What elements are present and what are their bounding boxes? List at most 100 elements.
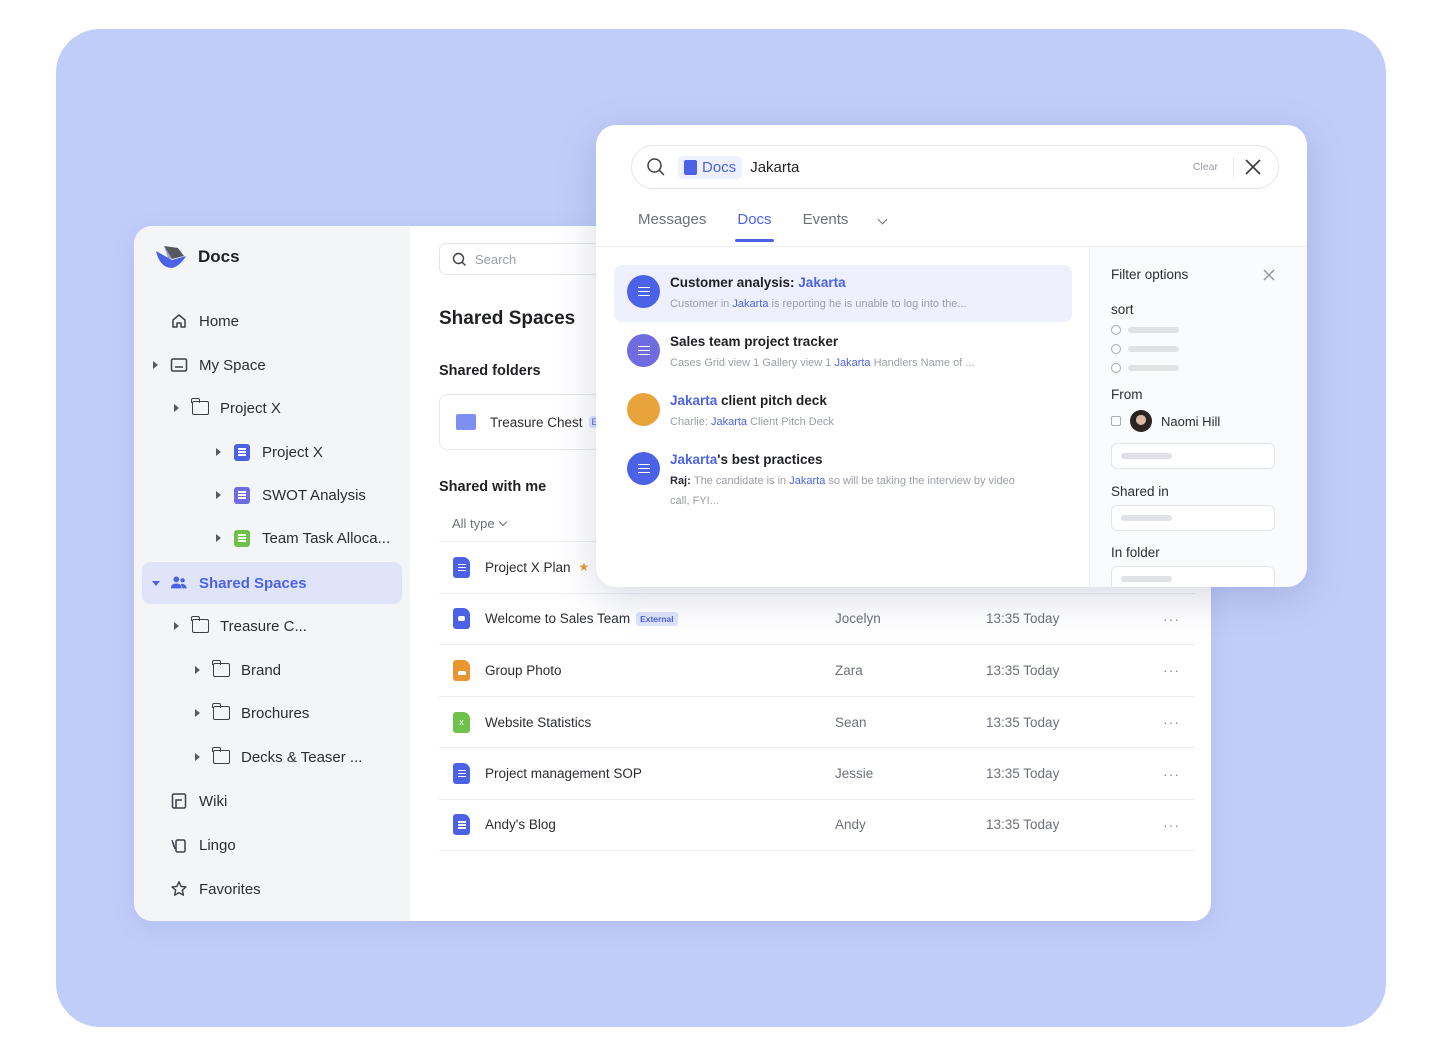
file-owner: Sean — [835, 714, 867, 730]
expand-caret-icon[interactable] — [174, 622, 179, 630]
file-owner: Andy — [835, 817, 866, 833]
type-filter-dropdown[interactable]: All type — [452, 516, 507, 531]
sidebar-item-project-x-folder[interactable]: Project X — [174, 393, 281, 423]
sidebar-item-treasure-chest[interactable]: Treasure C... — [174, 611, 307, 641]
sidebar-item-label: Project X — [262, 443, 323, 461]
more-options-button[interactable]: ··· — [1163, 714, 1180, 730]
expand-caret-icon[interactable] — [174, 404, 179, 412]
sidebar-item-swot-analysis[interactable]: SWOT Analysis — [216, 480, 366, 510]
expand-caret-icon[interactable] — [195, 709, 200, 717]
sidebar-item-project-x-doc[interactable]: Project X — [216, 437, 323, 467]
sidebar-item-home[interactable]: Home — [170, 306, 239, 336]
search-scope-chip[interactable]: Docs — [678, 155, 743, 179]
search-result-item[interactable]: Jakarta client pitch deck Charlie: Jakar… — [614, 383, 1072, 440]
title-text: Customer analysis: — [670, 275, 799, 290]
file-owner: Jocelyn — [835, 611, 881, 627]
folder-icon — [211, 747, 230, 766]
snippet-text: Customer in — [670, 298, 733, 310]
file-time: 13:35 Today — [986, 611, 1060, 627]
doc-icon — [233, 443, 251, 461]
sort-option[interactable] — [1111, 344, 1179, 354]
folder-icon — [190, 616, 209, 635]
sidebar-item-label: Shared Spaces — [199, 574, 307, 592]
file-time: 13:35 Today — [986, 766, 1060, 782]
search-tabs: Messages Docs Events — [638, 211, 888, 242]
slides-result-icon — [627, 393, 660, 426]
file-name: Project X Plan — [485, 559, 571, 575]
more-options-button[interactable]: ··· — [1163, 611, 1180, 627]
placeholder-bar — [1128, 346, 1179, 352]
divider — [1233, 157, 1234, 177]
close-icon[interactable] — [1242, 156, 1264, 178]
table-row[interactable]: Group Photo Zara 13:35 Today ··· — [439, 644, 1195, 696]
checkbox[interactable] — [1111, 416, 1121, 426]
sidebar-item-brand[interactable]: Brand — [195, 655, 281, 685]
table-row[interactable]: Andy's Blog Andy 13:35 Today ··· — [439, 798, 1195, 851]
docs-scope-icon — [684, 159, 697, 175]
table-row[interactable]: Project management SOP Jessie 13:35 Toda… — [439, 747, 1195, 799]
file-owner: Zara — [835, 662, 863, 678]
doc-result-icon — [627, 275, 660, 308]
sidebar-item-label: Home — [199, 312, 240, 330]
more-options-button[interactable]: ··· — [1163, 662, 1180, 678]
wiki-icon — [170, 792, 188, 810]
slides-file-icon — [453, 608, 470, 630]
collapse-caret-icon[interactable] — [152, 580, 160, 586]
in-folder-input[interactable] — [1111, 566, 1275, 587]
title-highlight: Jakarta — [798, 275, 846, 290]
sidebar-item-my-space[interactable]: My Space — [153, 350, 266, 380]
radio-button[interactable] — [1111, 363, 1121, 373]
expand-caret-icon[interactable] — [216, 534, 221, 542]
sort-label: sort — [1111, 302, 1134, 317]
more-options-button[interactable]: ··· — [1163, 766, 1180, 782]
clear-button[interactable]: Clear — [1193, 161, 1218, 173]
sidebar-item-label: My Space — [199, 356, 266, 374]
sidebar-item-wiki[interactable]: Wiki — [170, 786, 227, 816]
search-result-item[interactable]: Jakarta's best practices Raj: The candid… — [614, 442, 1072, 520]
more-options-button[interactable]: ··· — [1163, 817, 1180, 833]
sidebar-item-team-task[interactable]: Team Task Alloca... — [216, 523, 390, 553]
snippet-highlight: Jakarta — [834, 357, 871, 369]
expand-caret-icon[interactable] — [195, 666, 200, 674]
snippet-author: Raj: — [670, 475, 694, 487]
file-name: Website Statistics — [485, 714, 592, 730]
table-row[interactable]: Welcome to Sales Team External Jocelyn 1… — [439, 592, 1195, 645]
sidebar: Docs Home My Space Project X Project X S… — [134, 226, 410, 921]
sidebar-item-shared-spaces[interactable]: Shared Spaces — [142, 562, 402, 604]
close-filter-icon[interactable] — [1263, 269, 1275, 281]
from-input[interactable] — [1111, 443, 1275, 469]
expand-caret-icon[interactable] — [153, 361, 158, 369]
external-badge: External — [636, 611, 678, 626]
sort-option[interactable] — [1111, 325, 1179, 335]
tab-events[interactable]: Events — [803, 211, 849, 242]
search-results: Customer analysis: Jakarta Customer in J… — [614, 265, 1072, 522]
search-result-item[interactable]: Sales team project tracker Cases Grid vi… — [614, 324, 1072, 381]
snippet-highlight: Jakarta — [732, 298, 769, 310]
radio-button[interactable] — [1111, 344, 1121, 354]
sort-option[interactable] — [1111, 363, 1179, 373]
expand-caret-icon[interactable] — [195, 753, 200, 761]
shared-in-input[interactable] — [1111, 505, 1275, 531]
search-icon — [452, 252, 466, 266]
search-result-item[interactable]: Customer analysis: Jakarta Customer in J… — [614, 265, 1072, 322]
more-tabs-chevron-icon[interactable] — [877, 214, 888, 225]
sidebar-item-decks-teaser[interactable]: Decks & Teaser ... — [195, 742, 362, 772]
table-row[interactable]: x Website Statistics Sean 13:35 Today ··… — [439, 695, 1195, 748]
tab-messages[interactable]: Messages — [638, 211, 706, 242]
expand-caret-icon[interactable] — [216, 448, 221, 456]
my-space-icon — [170, 356, 188, 374]
expand-caret-icon[interactable] — [216, 491, 221, 499]
sidebar-item-lingo[interactable]: Lingo — [170, 830, 236, 860]
tab-docs[interactable]: Docs — [735, 211, 774, 242]
page-title: Shared Spaces — [439, 308, 576, 329]
folder-icon — [211, 703, 230, 722]
from-person-name: Naomi Hill — [1161, 413, 1221, 429]
radio-button[interactable] — [1111, 325, 1121, 335]
sidebar-item-favorites[interactable]: Favorites — [170, 874, 261, 904]
global-search-input[interactable]: Docs Jakarta Clear — [631, 145, 1279, 189]
chevron-down-icon — [498, 517, 507, 527]
from-option[interactable]: Naomi Hill — [1111, 410, 1220, 432]
file-time: 13:35 Today — [986, 714, 1060, 730]
sidebar-item-brochures[interactable]: Brochures — [195, 698, 309, 728]
doc-file-icon — [453, 556, 470, 578]
